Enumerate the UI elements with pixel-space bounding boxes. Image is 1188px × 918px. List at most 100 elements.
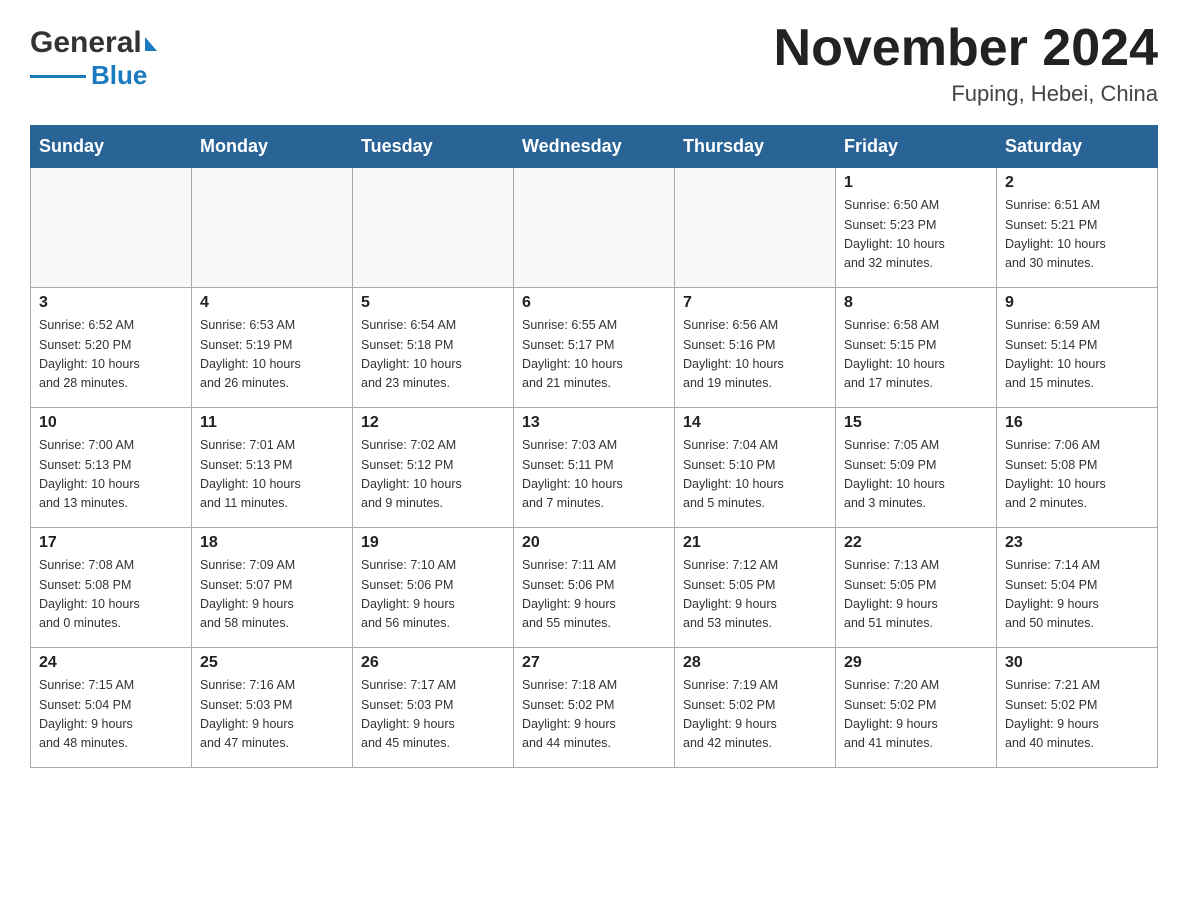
day-info: Sunrise: 6:53 AM Sunset: 5:19 PM Dayligh… — [200, 316, 344, 394]
day-number: 15 — [844, 414, 988, 432]
calendar-cell: 8 Sunrise: 6:58 AM Sunset: 5:15 PM Daylig… — [836, 288, 997, 408]
calendar-cell: 14Sunrise: 7:04 AM Sunset: 5:10 PM Dayli… — [675, 408, 836, 528]
calendar-cell: 2 Sunrise: 6:51 AM Sunset: 5:21 PM Daylig… — [997, 168, 1158, 288]
day-info: Sunrise: 7:11 AM Sunset: 5:06 PM Dayligh… — [522, 556, 666, 634]
calendar-table: SundayMondayTuesdayWednesdayThursdayFrid… — [30, 125, 1158, 768]
calendar-cell: 21Sunrise: 7:12 AM Sunset: 5:05 PM Dayli… — [675, 528, 836, 648]
day-number: 5 — [361, 294, 505, 312]
logo-blue-word: Blue — [91, 60, 147, 91]
day-number: 30 — [1005, 654, 1149, 672]
calendar-cell — [353, 168, 514, 288]
weekday-header-tuesday: Tuesday — [353, 126, 514, 168]
day-info: Sunrise: 6:50 AM Sunset: 5:23 PM Dayligh… — [844, 196, 988, 274]
day-number: 17 — [39, 534, 183, 552]
calendar-cell: 18 Sunrise: 7:09 AM Sunset: 5:07 PM Dayli… — [192, 528, 353, 648]
day-number: 19 — [361, 534, 505, 552]
day-info: Sunrise: 7:01 AM Sunset: 5:13 PM Dayligh… — [200, 436, 344, 514]
day-info: Sunrise: 7:00 AM Sunset: 5:13 PM Dayligh… — [39, 436, 183, 514]
day-info: Sunrise: 6:51 AM Sunset: 5:21 PM Dayligh… — [1005, 196, 1149, 274]
weekday-header-wednesday: Wednesday — [514, 126, 675, 168]
calendar-cell: 25 Sunrise: 7:16 AM Sunset: 5:03 PM Dayli… — [192, 648, 353, 768]
calendar-cell: 22 Sunrise: 7:13 AM Sunset: 5:05 PM Dayli… — [836, 528, 997, 648]
day-info: Sunrise: 7:16 AM Sunset: 5:03 PM Dayligh… — [200, 676, 344, 754]
day-info: Sunrise: 7:19 AM Sunset: 5:02 PM Dayligh… — [683, 676, 827, 754]
calendar-cell: 1Sunrise: 6:50 AM Sunset: 5:23 PM Daylig… — [836, 168, 997, 288]
day-info: Sunrise: 7:17 AM Sunset: 5:03 PM Dayligh… — [361, 676, 505, 754]
calendar-cell: 3 Sunrise: 6:52 AM Sunset: 5:20 PM Daylig… — [31, 288, 192, 408]
day-info: Sunrise: 7:04 AM Sunset: 5:10 PM Dayligh… — [683, 436, 827, 514]
day-info: Sunrise: 6:55 AM Sunset: 5:17 PM Dayligh… — [522, 316, 666, 394]
calendar-cell — [31, 168, 192, 288]
day-number: 3 — [39, 294, 183, 312]
week-row-3: 10 Sunrise: 7:00 AM Sunset: 5:13 PM Dayli… — [31, 408, 1158, 528]
day-info: Sunrise: 7:05 AM Sunset: 5:09 PM Dayligh… — [844, 436, 988, 514]
day-info: Sunrise: 7:02 AM Sunset: 5:12 PM Dayligh… — [361, 436, 505, 514]
calendar-cell: 10 Sunrise: 7:00 AM Sunset: 5:13 PM Dayli… — [31, 408, 192, 528]
calendar-cell: 17 Sunrise: 7:08 AM Sunset: 5:08 PM Dayli… — [31, 528, 192, 648]
week-row-4: 17 Sunrise: 7:08 AM Sunset: 5:08 PM Dayli… — [31, 528, 1158, 648]
day-info: Sunrise: 7:13 AM Sunset: 5:05 PM Dayligh… — [844, 556, 988, 634]
calendar-cell: 23 Sunrise: 7:14 AM Sunset: 5:04 PM Dayli… — [997, 528, 1158, 648]
day-info: Sunrise: 7:14 AM Sunset: 5:04 PM Dayligh… — [1005, 556, 1149, 634]
calendar-cell: 24Sunrise: 7:15 AM Sunset: 5:04 PM Dayli… — [31, 648, 192, 768]
calendar-cell — [514, 168, 675, 288]
day-number: 24 — [39, 654, 183, 672]
calendar-cell: 28 Sunrise: 7:19 AM Sunset: 5:02 PM Dayli… — [675, 648, 836, 768]
day-number: 10 — [39, 414, 183, 432]
calendar-cell: 11 Sunrise: 7:01 AM Sunset: 5:13 PM Dayli… — [192, 408, 353, 528]
calendar-cell: 16 Sunrise: 7:06 AM Sunset: 5:08 PM Dayli… — [997, 408, 1158, 528]
calendar-cell: 30 Sunrise: 7:21 AM Sunset: 5:02 PM Dayli… — [997, 648, 1158, 768]
calendar-cell: 5 Sunrise: 6:54 AM Sunset: 5:18 PM Daylig… — [353, 288, 514, 408]
day-number: 21 — [683, 534, 827, 552]
day-info: Sunrise: 6:59 AM Sunset: 5:14 PM Dayligh… — [1005, 316, 1149, 394]
day-number: 22 — [844, 534, 988, 552]
calendar-cell: 7 Sunrise: 6:56 AM Sunset: 5:16 PM Daylig… — [675, 288, 836, 408]
day-number: 18 — [200, 534, 344, 552]
day-number: 26 — [361, 654, 505, 672]
week-row-5: 24Sunrise: 7:15 AM Sunset: 5:04 PM Dayli… — [31, 648, 1158, 768]
day-info: Sunrise: 7:03 AM Sunset: 5:11 PM Dayligh… — [522, 436, 666, 514]
day-number: 7 — [683, 294, 827, 312]
day-info: Sunrise: 7:08 AM Sunset: 5:08 PM Dayligh… — [39, 556, 183, 634]
calendar-cell: 12 Sunrise: 7:02 AM Sunset: 5:12 PM Dayli… — [353, 408, 514, 528]
calendar-cell: 15 Sunrise: 7:05 AM Sunset: 5:09 PM Dayli… — [836, 408, 997, 528]
day-info: Sunrise: 7:20 AM Sunset: 5:02 PM Dayligh… — [844, 676, 988, 754]
day-number: 13 — [522, 414, 666, 432]
day-info: Sunrise: 7:18 AM Sunset: 5:02 PM Dayligh… — [522, 676, 666, 754]
weekday-header-monday: Monday — [192, 126, 353, 168]
day-number: 29 — [844, 654, 988, 672]
day-number: 2 — [1005, 174, 1149, 192]
calendar-cell — [675, 168, 836, 288]
day-info: Sunrise: 6:52 AM Sunset: 5:20 PM Dayligh… — [39, 316, 183, 394]
week-row-1: 1Sunrise: 6:50 AM Sunset: 5:23 PM Daylig… — [31, 168, 1158, 288]
weekday-header-saturday: Saturday — [997, 126, 1158, 168]
weekday-header-thursday: Thursday — [675, 126, 836, 168]
week-row-2: 3 Sunrise: 6:52 AM Sunset: 5:20 PM Daylig… — [31, 288, 1158, 408]
day-number: 16 — [1005, 414, 1149, 432]
day-info: Sunrise: 6:54 AM Sunset: 5:18 PM Dayligh… — [361, 316, 505, 394]
day-info: Sunrise: 7:06 AM Sunset: 5:08 PM Dayligh… — [1005, 436, 1149, 514]
calendar-cell: 20Sunrise: 7:11 AM Sunset: 5:06 PM Dayli… — [514, 528, 675, 648]
day-number: 27 — [522, 654, 666, 672]
day-number: 8 — [844, 294, 988, 312]
day-number: 23 — [1005, 534, 1149, 552]
location-title: Fuping, Hebei, China — [774, 81, 1158, 107]
day-number: 25 — [200, 654, 344, 672]
calendar-cell: 6Sunrise: 6:55 AM Sunset: 5:17 PM Daylig… — [514, 288, 675, 408]
title-area: November 2024 Fuping, Hebei, China — [774, 20, 1158, 107]
calendar-cell: 4 Sunrise: 6:53 AM Sunset: 5:19 PM Daylig… — [192, 288, 353, 408]
day-info: Sunrise: 6:58 AM Sunset: 5:15 PM Dayligh… — [844, 316, 988, 394]
day-info: Sunrise: 7:09 AM Sunset: 5:07 PM Dayligh… — [200, 556, 344, 634]
day-number: 28 — [683, 654, 827, 672]
calendar-cell: 9Sunrise: 6:59 AM Sunset: 5:14 PM Daylig… — [997, 288, 1158, 408]
calendar-cell — [192, 168, 353, 288]
day-info: Sunrise: 6:56 AM Sunset: 5:16 PM Dayligh… — [683, 316, 827, 394]
weekday-header-sunday: Sunday — [31, 126, 192, 168]
weekday-header-row: SundayMondayTuesdayWednesdayThursdayFrid… — [31, 126, 1158, 168]
day-number: 12 — [361, 414, 505, 432]
calendar-cell: 29 Sunrise: 7:20 AM Sunset: 5:02 PM Dayli… — [836, 648, 997, 768]
day-number: 4 — [200, 294, 344, 312]
day-number: 11 — [200, 414, 344, 432]
logo-text: General — [30, 28, 157, 58]
day-info: Sunrise: 7:21 AM Sunset: 5:02 PM Dayligh… — [1005, 676, 1149, 754]
